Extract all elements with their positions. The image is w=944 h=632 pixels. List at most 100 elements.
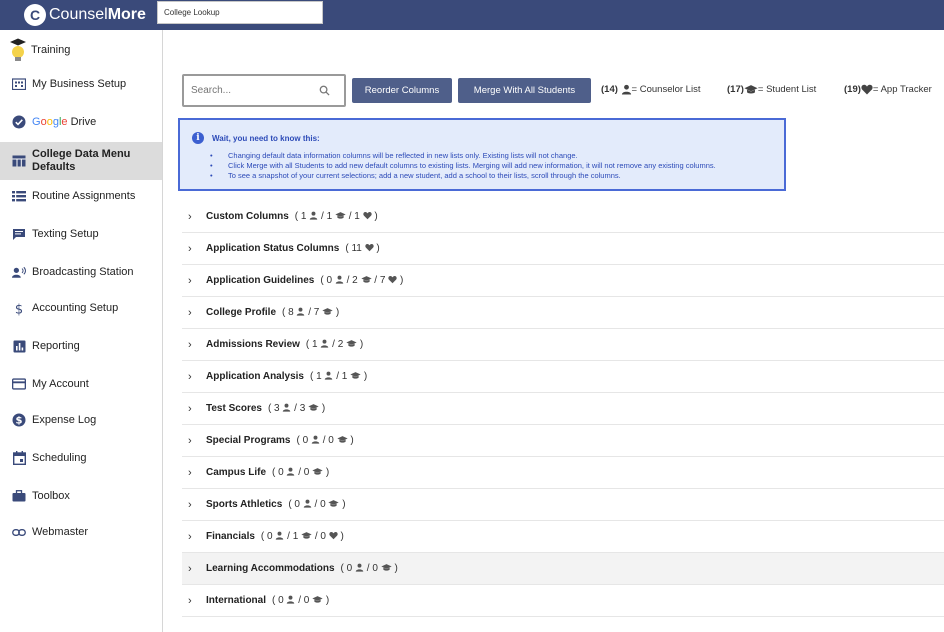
sidebar-item-label: Expense Log — [32, 414, 97, 426]
person-icon — [276, 531, 284, 540]
briefcase-icon — [12, 489, 26, 503]
chevron-right-icon[interactable]: › — [188, 211, 198, 223]
section-row-sports-athletics[interactable]: › Sports Athletics ( 0 / 0 ) — [182, 489, 944, 521]
section-title: International — [206, 595, 267, 606]
chevron-right-icon[interactable]: › — [188, 595, 198, 607]
sidebar-item-reporting[interactable]: Reporting — [0, 328, 162, 364]
sidebar-item-toolbox[interactable]: Toolbox — [0, 478, 162, 514]
chevron-right-icon[interactable]: › — [188, 371, 198, 383]
section-row-special-programs[interactable]: › Special Programs ( 0 / 0 ) — [182, 425, 944, 457]
chevron-right-icon[interactable]: › — [188, 307, 198, 319]
search-icon[interactable] — [319, 85, 330, 96]
section-counts: ( 0 / 0 ) — [296, 435, 354, 446]
sidebar-item-broadcasting-station[interactable]: Broadcasting Station — [0, 254, 162, 290]
graduation-cap-icon — [312, 596, 323, 603]
section-title: Application Status Columns — [206, 243, 340, 254]
section-row-application-guidelines[interactable]: › Application Guidelines ( 0 / 2 / 7 ) — [182, 265, 944, 297]
link-icon — [12, 525, 26, 539]
google-drive-icon — [12, 115, 26, 129]
brand-bold: More — [107, 6, 146, 23]
search-box[interactable] — [182, 74, 346, 107]
svg-text:$: $ — [15, 302, 23, 316]
coin-icon: $ — [12, 413, 26, 427]
tracker-legend-label: = App Tracker — [872, 84, 932, 95]
section-counts: ( 1 / 1 / 1 ) — [294, 211, 378, 222]
section-title: Campus Life — [206, 467, 267, 478]
drive-word: Drive — [67, 116, 97, 128]
section-row-test-scores[interactable]: › Test Scores ( 3 / 3 ) — [182, 393, 944, 425]
info-icon: i — [192, 132, 204, 144]
chevron-right-icon[interactable]: › — [188, 403, 198, 415]
person-icon — [355, 563, 364, 572]
section-row-custom-columns[interactable]: › Custom Columns ( 1 / 1 / 1 ) — [182, 201, 944, 233]
section-counts: ( 0 / 0 ) — [272, 467, 330, 478]
counselor-count: (14) — [601, 84, 618, 95]
sidebar-item-label: Webmaster — [32, 526, 89, 538]
person-icon — [297, 307, 305, 316]
section-title: Sports Athletics — [206, 499, 283, 510]
student-legend: (17) = Student List — [727, 84, 816, 95]
sidebar-item-my-account[interactable]: My Account — [0, 366, 162, 402]
section-row-financials[interactable]: › Financials ( 0 / 1 / 0 ) — [182, 521, 944, 553]
section-counts: ( 0 / 0 ) — [340, 563, 398, 574]
counselor-legend: (14) = Counselor List — [601, 84, 700, 95]
sidebar-item-label: My Business Setup — [32, 78, 127, 90]
sidebar-item-texting-setup[interactable]: Texting Setup — [0, 216, 162, 252]
sidebar-item-scheduling[interactable]: Scheduling — [0, 440, 162, 476]
chevron-right-icon[interactable]: › — [188, 563, 198, 575]
section-counts: ( 1 / 1 ) — [309, 371, 368, 382]
chevron-right-icon[interactable]: › — [188, 435, 198, 447]
chevron-right-icon[interactable]: › — [188, 339, 198, 351]
sidebar-item-label: Training — [31, 44, 71, 56]
section-title: Custom Columns — [206, 211, 289, 222]
student-count: (17) — [727, 84, 744, 95]
building-icon — [12, 77, 26, 91]
sidebar-item-my-business-setup[interactable]: My Business Setup — [0, 66, 162, 102]
alert-title: Wait, you need to know this: — [212, 133, 320, 143]
person-icon — [287, 595, 295, 604]
section-row-application-status-columns[interactable]: › Application Status Columns ( 11 ) — [182, 233, 944, 265]
section-row-college-profile[interactable]: › College Profile ( 8 / 7 ) — [182, 297, 944, 329]
chevron-right-icon[interactable]: › — [188, 499, 198, 511]
counselmore-logo[interactable]: C Counsel More — [24, 2, 146, 28]
sidebar-item-expense-log[interactable]: $ Expense Log — [0, 402, 162, 438]
section-row-learning-accommodations[interactable]: › Learning Accommodations ( 0 / 0 ) — [182, 553, 944, 585]
chevron-right-icon[interactable]: › — [188, 467, 198, 479]
search-input[interactable] — [191, 85, 319, 96]
bar-chart-icon — [12, 339, 26, 353]
chevron-right-icon[interactable]: › — [188, 531, 198, 543]
chevron-right-icon[interactable]: › — [188, 275, 198, 287]
merge-all-students-button[interactable]: Merge With All Students — [458, 78, 591, 103]
section-title: Admissions Review — [206, 339, 300, 350]
section-counts: ( 3 / 3 ) — [267, 403, 326, 414]
section-row-application-analysis[interactable]: › Application Analysis ( 1 / 1 ) — [182, 361, 944, 393]
main-content: Reorder Columns Merge With All Students … — [164, 30, 944, 632]
section-row-admissions-review[interactable]: › Admissions Review ( 1 / 2 ) — [182, 329, 944, 361]
broadcast-icon — [12, 265, 26, 279]
sidebar-item-college-data-menu-defaults[interactable]: College Data Menu Defaults — [0, 142, 162, 180]
sidebar-item-webmaster[interactable]: Webmaster — [0, 514, 162, 550]
graduation-cap-icon — [301, 532, 312, 539]
section-row-international[interactable]: › International ( 0 / 0 ) — [182, 585, 944, 617]
sidebar: Training My Business Setup Google Drive Col… — [0, 30, 163, 632]
graduation-cap-icon — [336, 436, 348, 443]
sidebar-item-google-drive[interactable]: Google Drive — [0, 104, 162, 140]
sidebar-item-label: Routine Assignments — [32, 190, 136, 202]
section-counts: ( 0 / 0 ) — [272, 595, 330, 606]
dollar-icon: $ — [12, 301, 26, 316]
google-wordmark: Google — [32, 116, 68, 128]
heart-icon — [362, 211, 372, 220]
sidebar-item-accounting-setup[interactable]: $ Accounting Setup — [0, 290, 162, 326]
section-row-campus-life[interactable]: › Campus Life ( 0 / 0 ) — [182, 457, 944, 489]
sidebar-item-label: My Account — [32, 378, 89, 390]
top-bar: C Counsel More — [0, 0, 944, 30]
sidebar-item-training[interactable]: Training — [0, 32, 162, 68]
reorder-columns-button[interactable]: Reorder Columns — [352, 78, 452, 103]
chevron-right-icon[interactable]: › — [188, 243, 198, 255]
graduation-cap-icon — [381, 564, 392, 571]
sidebar-item-routine-assignments[interactable]: Routine Assignments — [0, 178, 162, 214]
college-lookup-input[interactable] — [157, 1, 323, 24]
graduation-cap-icon — [328, 500, 340, 507]
table-icon — [12, 154, 26, 168]
person-icon — [309, 211, 318, 220]
